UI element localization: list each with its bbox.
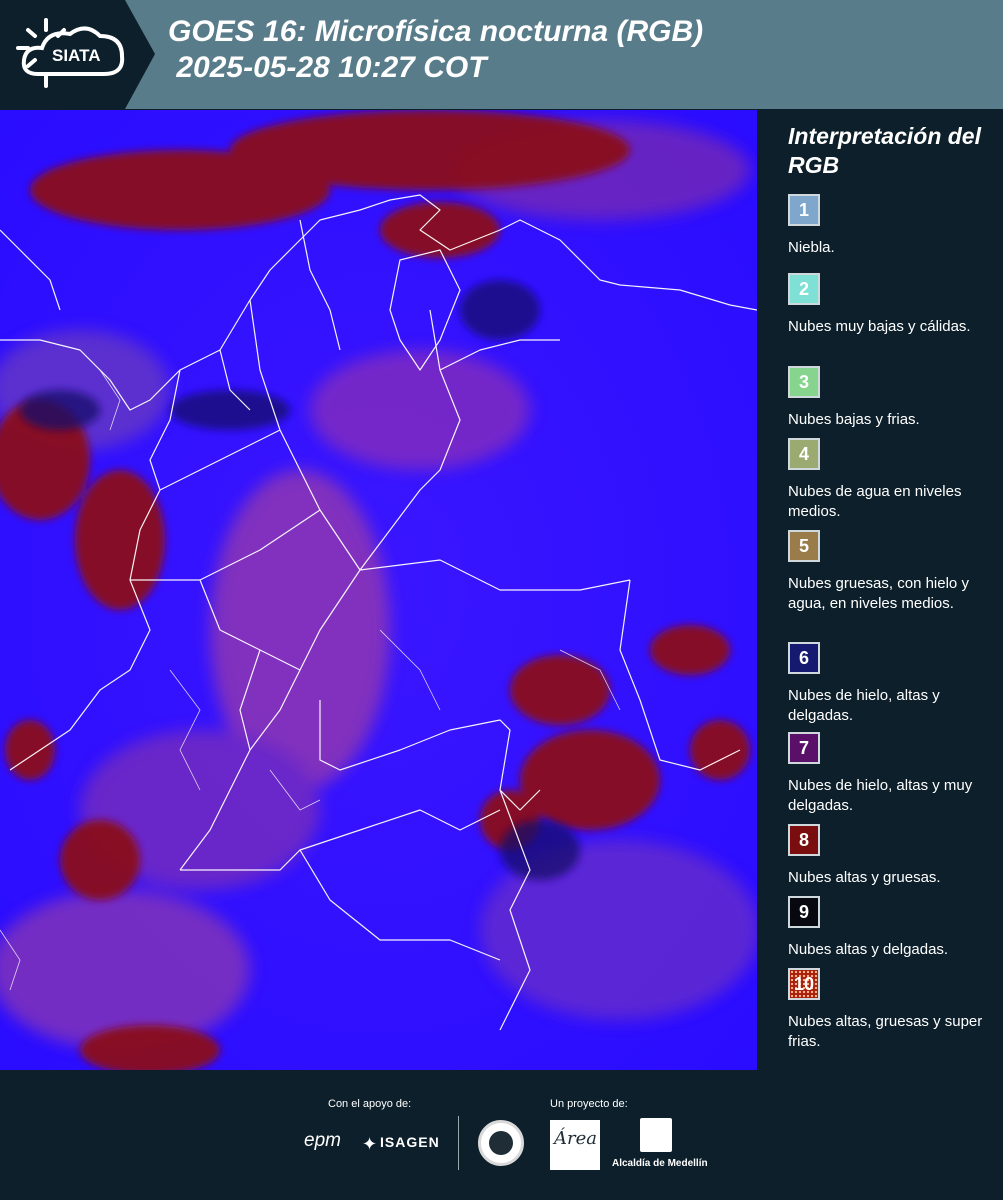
legend-item: 9 Nubes altas y delgadas. <box>788 896 998 960</box>
header: SIATA GOES 16: Microfísica nocturna (RGB… <box>0 0 1003 109</box>
legend-swatch: 7 <box>788 732 820 764</box>
page-title: GOES 16: Microfísica nocturna (RGB) 2025… <box>168 15 704 84</box>
legend-label: Nubes altas y delgadas. <box>788 941 949 958</box>
legend-swatch: 1 <box>788 194 820 226</box>
legend-item: 1 Niebla. <box>788 194 998 258</box>
epm-logo: epm <box>304 1130 341 1151</box>
alcaldia-shield-logo <box>640 1118 672 1152</box>
legend-label: Nubes gruesas, con hielo y agua, en nive… <box>788 575 969 612</box>
legend-item: 7 Nubes de hielo, altas y muy delgadas. <box>788 732 998 816</box>
legend-title: Interpretación del RGB <box>788 123 981 178</box>
support-label: Con el apoyo de: <box>328 1098 412 1110</box>
legend-label: Nubes de hielo, altas y muy delgadas. <box>788 777 973 814</box>
legend-swatch: 2 <box>788 273 820 305</box>
legend-label: Nubes bajas y frias. <box>788 411 920 428</box>
legend-swatch: 8 <box>788 824 820 856</box>
legend-item: 6 Nubes de hielo, altas y delgadas. <box>788 642 998 726</box>
logo-text: SIATA <box>52 46 101 65</box>
legend-item: 4 Nubes de agua en niveles medios. <box>788 438 998 522</box>
legend-swatch: 6 <box>788 642 820 674</box>
seal-logo <box>478 1120 524 1166</box>
isagen-icon: ✦ <box>362 1134 378 1154</box>
isagen-logo: ISAGEN <box>380 1134 440 1150</box>
legend-swatch: 4 <box>788 438 820 470</box>
legend-label: Nubes de hielo, altas y delgadas. <box>788 687 940 724</box>
legend-item: 5 Nubes gruesas, con hielo y agua, en ni… <box>788 530 998 614</box>
legend-label: Nubes altas, gruesas y super frias. <box>788 1013 983 1050</box>
legend-swatch: 5 <box>788 530 820 562</box>
legend-swatch: 9 <box>788 896 820 928</box>
legend-swatch: 3 <box>788 366 820 398</box>
project-label: Un proyecto de: <box>550 1098 628 1110</box>
footer: Con el apoyo de: Un proyecto de: epm ✦ I… <box>0 1070 1003 1200</box>
area-logo-text: Área <box>554 1128 597 1149</box>
legend-panel: Interpretación del RGB 1 Niebla. 2 Nubes… <box>760 110 1003 1070</box>
area-metropolitana-logo: Área <box>550 1120 600 1170</box>
satellite-map <box>0 110 757 1070</box>
legend-label: Niebla. <box>788 239 835 256</box>
legend-item: 2 Nubes muy bajas y cálidas. <box>788 273 998 337</box>
footer-divider <box>458 1116 459 1170</box>
alcaldia-text: Alcaldía de Medellín <box>612 1158 708 1169</box>
legend-item: 10 Nubes altas, gruesas y super frias. <box>788 968 998 1052</box>
legend-item: 3 Nubes bajas y frias. <box>788 366 998 430</box>
legend-label: Nubes muy bajas y cálidas. <box>788 318 971 335</box>
legend-item: 8 Nubes altas y gruesas. <box>788 824 998 888</box>
siata-logo: SIATA <box>0 0 155 109</box>
legend-swatch: 10 <box>788 968 820 1000</box>
legend-label: Nubes altas y gruesas. <box>788 869 941 886</box>
legend-label: Nubes de agua en niveles medios. <box>788 483 962 520</box>
